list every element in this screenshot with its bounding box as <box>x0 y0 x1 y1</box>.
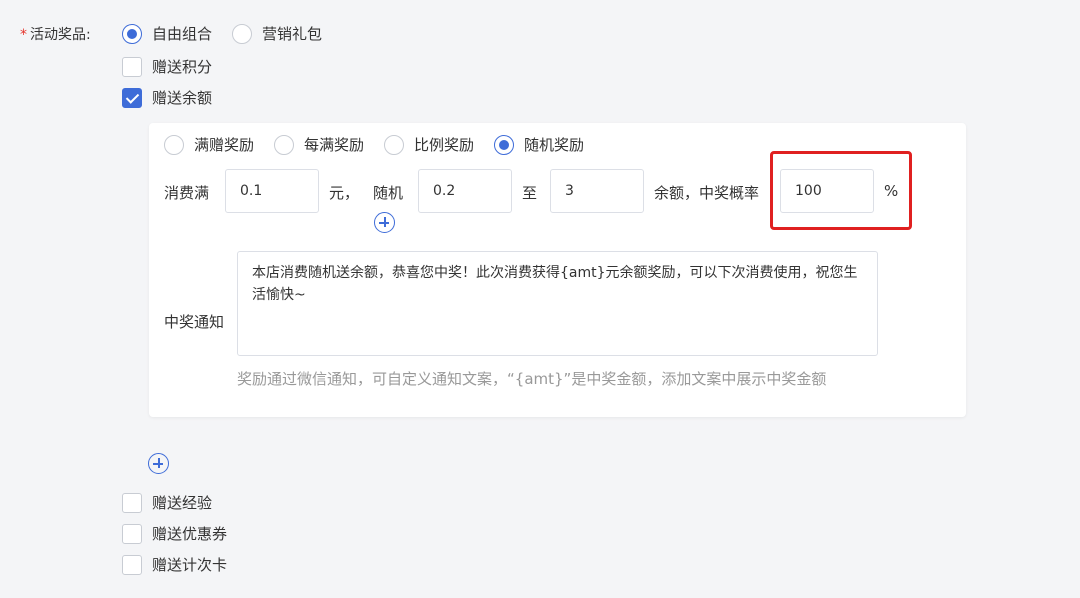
gift-coupon-label: 赠送优惠券 <box>152 525 228 543</box>
spend-label: 消费满 <box>164 184 210 202</box>
radio-per-full[interactable] <box>274 134 294 155</box>
checkbox-gift-count-card[interactable] <box>122 554 142 575</box>
gift-points-label: 赠送积分 <box>152 58 213 76</box>
yuan-label: 元， <box>329 184 360 202</box>
plus-circle-icon[interactable] <box>148 453 169 474</box>
notice-label: 中奖通知 <box>164 313 225 331</box>
prize-type-free-combo[interactable]: 自由组合 <box>122 23 212 44</box>
gift-count-card-label: 赠送计次卡 <box>152 556 228 574</box>
gift-balance-label: 赠送余额 <box>152 89 213 107</box>
gift-experience-label: 赠送经验 <box>152 494 213 512</box>
gift-coupon-option[interactable]: 赠送优惠券 <box>122 523 227 544</box>
prize-type-marketing-gift[interactable]: 营销礼包 <box>232 23 322 44</box>
checkbox-gift-experience[interactable] <box>122 492 142 513</box>
prize-field-label: * 活动奖品: <box>20 24 91 44</box>
random-label: 随机 <box>373 184 404 202</box>
radio-random[interactable] <box>494 134 514 155</box>
to-label: 至 <box>522 184 538 202</box>
radio-full-gift[interactable] <box>164 134 184 155</box>
random-min-input[interactable]: 0.2 <box>418 169 512 213</box>
gift-count-card-option[interactable]: 赠送计次卡 <box>122 554 227 575</box>
plus-circle-icon[interactable] <box>374 212 395 233</box>
reward-mode-random[interactable]: 随机奖励 <box>494 134 584 155</box>
random-max-input[interactable]: 3 <box>550 169 644 213</box>
radio-free-combo[interactable] <box>122 23 142 44</box>
reward-mode-label-ratio: 比例奖励 <box>414 136 475 154</box>
required-mark: * <box>20 27 27 43</box>
reward-mode-label-full-gift: 满赠奖励 <box>194 136 255 154</box>
gift-balance-option[interactable]: 赠送余额 <box>122 87 212 108</box>
radio-marketing-gift[interactable] <box>232 23 252 44</box>
checkbox-gift-points[interactable] <box>122 56 142 77</box>
notice-textarea[interactable]: 本店消费随机送余额，恭喜您中奖！此次消费获得{amt}元余额奖励，可以下次消费使… <box>237 251 878 356</box>
radio-ratio[interactable] <box>384 134 404 155</box>
prize-label-text: 活动奖品: <box>30 27 91 43</box>
checkbox-gift-balance[interactable] <box>122 87 142 108</box>
reward-mode-full-gift[interactable]: 满赠奖励 <box>164 134 254 155</box>
reward-mode-label-per-full: 每满奖励 <box>304 136 365 154</box>
spend-amount-input[interactable]: 0.1 <box>225 169 319 213</box>
gift-points-option[interactable]: 赠送积分 <box>122 56 212 77</box>
gift-experience-option[interactable]: 赠送经验 <box>122 492 212 513</box>
notice-hint: 奖励通过微信通知，可自定义通知文案，“{amt}”是中奖金额，添加文案中展示中奖… <box>237 370 827 388</box>
reward-mode-label-random: 随机奖励 <box>524 136 585 154</box>
checkbox-gift-coupon[interactable] <box>122 523 142 544</box>
balance-probability-label: 余额，中奖概率 <box>654 184 760 202</box>
prize-type-label-free-combo: 自由组合 <box>152 25 213 43</box>
prize-type-label-marketing-gift: 营销礼包 <box>262 25 323 43</box>
probability-highlight-box <box>770 151 912 230</box>
reward-mode-per-full[interactable]: 每满奖励 <box>274 134 364 155</box>
reward-mode-ratio[interactable]: 比例奖励 <box>384 134 474 155</box>
